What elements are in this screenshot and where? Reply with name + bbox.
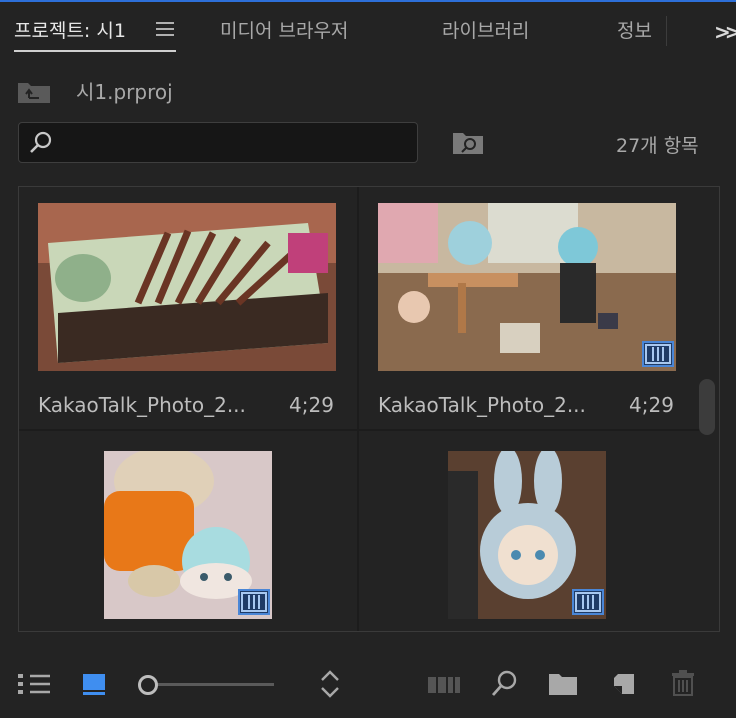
panel-menu-icon[interactable] [156,22,174,38]
zoom-slider-track[interactable] [156,683,274,686]
new-bin-icon[interactable] [548,672,578,696]
clip-thumbnail-image [38,203,336,371]
clip-thumbnail-image [378,203,676,371]
tab-separator [666,16,667,46]
clip-thumbnail-1[interactable] [38,203,336,371]
find-icon[interactable] [490,670,518,698]
search-input[interactable] [18,122,418,163]
tab-project[interactable]: 프로젝트: 시1 [14,16,126,43]
grid-scrollbar[interactable] [699,379,715,435]
project-file-name: 시1.prproj [76,80,173,104]
icon-view-icon[interactable] [82,673,106,695]
cell-divider [19,429,699,431]
list-view-icon[interactable] [18,672,50,696]
parent-bin-icon[interactable] [17,80,51,104]
panel-tab-bar: 프로젝트: 시1 미디어 브라우저 라이브러리 정보 >> [0,2,736,54]
clip-thumbnail-4[interactable] [448,451,606,619]
tab-info[interactable]: 정보 [617,16,652,43]
find-bin-icon[interactable] [452,129,484,155]
delete-icon[interactable] [672,670,694,696]
automate-sequence-icon[interactable] [428,675,460,695]
clip-thumbnail-2[interactable] [378,203,676,371]
clip-name[interactable]: KakaoTalk_Photo_2... [378,393,586,417]
active-tab-underline [14,50,176,52]
new-item-icon[interactable] [612,672,636,696]
sort-icon[interactable] [320,670,340,698]
clip-duration: 4;29 [289,393,334,417]
zoom-slider-handle[interactable] [138,675,158,695]
video-clip-badge-icon [572,589,604,615]
item-count: 27개 항목 [616,135,699,157]
bottom-toolbar [0,650,736,718]
video-clip-badge-icon [642,341,674,367]
clip-name[interactable]: KakaoTalk_Photo_2... [38,393,246,417]
clip-duration: 4;29 [629,393,674,417]
search-icon [30,131,52,153]
clip-thumbnail-3[interactable] [104,451,272,619]
tab-media-browser[interactable]: 미디어 브라우저 [220,16,348,43]
project-icon-grid: KakaoTalk_Photo_2... 4;29 KakaoTalk_Phot… [18,186,720,632]
tab-libraries[interactable]: 라이브러리 [442,16,529,43]
video-clip-badge-icon [238,589,270,615]
more-tabs-icon[interactable]: >> [714,20,736,44]
cell-divider [357,187,359,631]
